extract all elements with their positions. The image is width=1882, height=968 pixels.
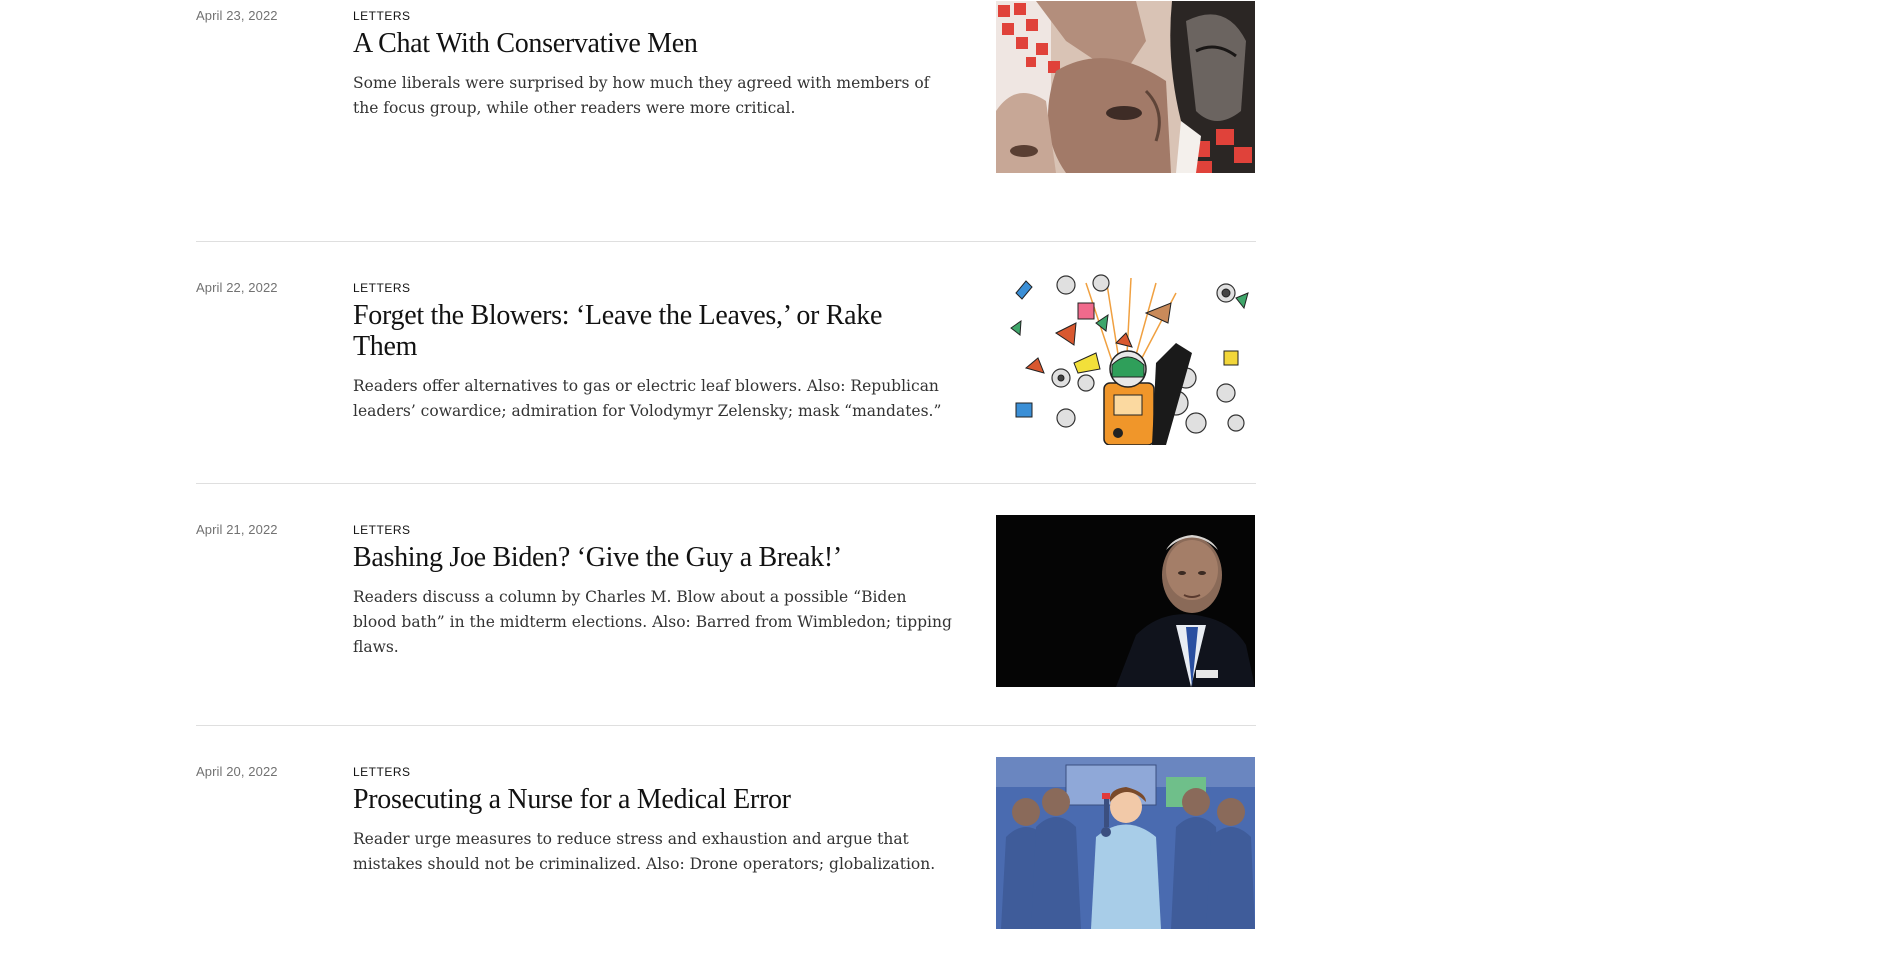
article-summary: Readers discuss a column by Charles M. B… <box>353 588 952 656</box>
article-kicker-link[interactable]: LETTERS <box>353 523 411 537</box>
article-headline-link[interactable]: A Chat With Conservative Men <box>353 28 933 59</box>
article-body: LETTERS A Chat With Conservative Men Som… <box>353 7 953 121</box>
article-item: April 23, 2022 LETTERS A Chat With Conse… <box>196 0 1256 242</box>
article-stream: April 23, 2022 LETTERS A Chat With Conse… <box>196 0 1256 968</box>
article-kicker-link[interactable]: LETTERS <box>353 281 411 295</box>
joe-biden-photo <box>996 515 1255 687</box>
nurses-illustration <box>996 757 1255 929</box>
article-item: April 21, 2022 LETTERS Bashing Joe Biden… <box>196 484 1256 726</box>
article-summary: Reader urge measures to reduce stress an… <box>353 830 936 873</box>
article-headline-link[interactable]: Forget the Blowers: ‘Leave the Leaves,’ … <box>353 300 933 362</box>
article-thumbnail[interactable] <box>996 757 1255 929</box>
article-body: LETTERS Bashing Joe Biden? ‘Give the Guy… <box>353 521 953 660</box>
article-kicker-link[interactable]: LETTERS <box>353 9 411 23</box>
collage-of-faces-illustration <box>996 1 1255 173</box>
article-date: April 22, 2022 <box>196 280 278 295</box>
article-summary: Readers offer alternatives to gas or ele… <box>353 377 942 420</box>
article-item: April 22, 2022 LETTERS Forget the Blower… <box>196 242 1256 484</box>
article-date: April 21, 2022 <box>196 522 278 537</box>
article-thumbnail[interactable] <box>996 515 1255 687</box>
article-headline-link[interactable]: Bashing Joe Biden? ‘Give the Guy a Break… <box>353 542 933 573</box>
article-thumbnail[interactable] <box>996 273 1255 445</box>
article-body: LETTERS Forget the Blowers: ‘Leave the L… <box>353 279 953 424</box>
leaf-blower-illustration <box>996 273 1255 445</box>
article-thumbnail[interactable] <box>996 1 1255 173</box>
article-headline-link[interactable]: Prosecuting a Nurse for a Medical Error <box>353 784 933 815</box>
article-kicker-link[interactable]: LETTERS <box>353 765 411 779</box>
article-date: April 23, 2022 <box>196 8 278 23</box>
article-summary: Some liberals were surprised by how much… <box>353 74 930 117</box>
article-date: April 20, 2022 <box>196 764 278 779</box>
article-item: April 20, 2022 LETTERS Prosecuting a Nur… <box>196 726 1256 968</box>
article-body: LETTERS Prosecuting a Nurse for a Medica… <box>353 763 953 877</box>
